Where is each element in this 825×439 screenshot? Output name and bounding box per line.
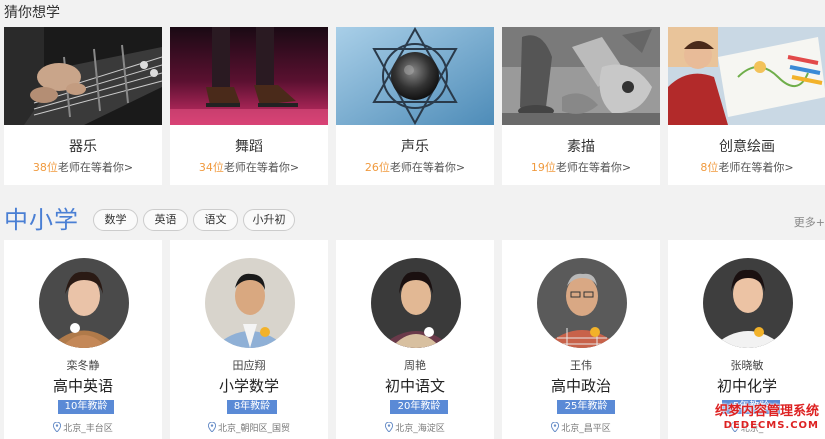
watermark: 织梦内容管理系统 DEDECMS.COM: [714, 404, 819, 431]
category-name: 创意绘画: [719, 139, 775, 155]
category-card-dance[interactable]: 舞蹈 34位老师在等着你>: [170, 27, 328, 185]
teacher-location: 北京_朝阳区_国贸: [170, 421, 328, 434]
category-name: 舞蹈: [235, 139, 263, 155]
teacher-location: 北京_昌平区: [502, 421, 660, 434]
teacher-card[interactable]: 王伟 高中政治 25年教龄 北京_昌平区: [502, 240, 660, 439]
category-card-instrument[interactable]: 器乐 38位老师在等着你>: [4, 27, 162, 185]
category-card-vocal[interactable]: 声乐 26位老师在等着你>: [336, 27, 494, 185]
guess-section-title: 猜你想学: [4, 5, 60, 21]
teacher-subject: 高中英语: [52, 377, 113, 395]
teacher-name: 王伟: [570, 359, 592, 372]
teacher-avatar: [39, 258, 129, 348]
category-teacher-count[interactable]: 38位老师在等着你>: [4, 159, 162, 175]
teaching-years-badge: 10年教龄: [58, 400, 114, 414]
k12-section-title: 中小学: [4, 206, 79, 234]
teaching-years-badge: 8年教龄: [227, 400, 277, 414]
teacher-name: 栾冬静: [66, 359, 100, 372]
teacher-card[interactable]: 周艳 初中语文 20年教龄 北京_海淀区: [336, 240, 494, 439]
teacher-avatar: [371, 258, 461, 348]
teacher-name: 田应翔: [232, 359, 266, 372]
category-teacher-count[interactable]: 19位老师在等着你>: [502, 159, 660, 175]
category-name: 声乐: [401, 139, 429, 155]
microphone-image: [336, 27, 494, 125]
teacher-row: 栾冬静 高中英语 10年教龄 北京_丰台区 田应翔 小学数学 8年教龄 北京_朝…: [4, 240, 825, 439]
teacher-name: 张晓敏: [730, 359, 764, 372]
category-row: 器乐 38位老师在等着你> 舞蹈 34位老师在等着你> 声乐 26位老师在等着你…: [4, 27, 825, 185]
teaching-years-badge: 20年教龄: [390, 400, 448, 414]
category-name: 器乐: [69, 139, 97, 155]
category-teacher-count[interactable]: 26位老师在等着你>: [336, 159, 494, 175]
location-pin-icon: [53, 422, 62, 432]
tap-dance-image: [170, 27, 328, 125]
teacher-subject: 初中语文: [384, 377, 445, 395]
teacher-location: 北京_丰台区: [4, 421, 162, 434]
teacher-card[interactable]: 田应翔 小学数学 8年教龄 北京_朝阳区_国贸: [170, 240, 328, 439]
teacher-subject: 初中化学: [716, 377, 777, 395]
tag-english[interactable]: 英语: [143, 209, 188, 231]
teacher-avatar: [703, 258, 793, 348]
tag-chinese[interactable]: 语文: [193, 209, 238, 231]
tag-primary-to-middle[interactable]: 小升初: [243, 209, 295, 231]
category-card-sketch[interactable]: 素描 19位老师在等着你>: [502, 27, 660, 185]
category-card-creative-painting[interactable]: 创意绘画 8位老师在等着你>: [668, 27, 825, 185]
location-pin-icon: [385, 422, 394, 432]
teacher-name: 周艳: [404, 359, 426, 372]
teacher-subject: 小学数学: [218, 377, 279, 395]
child-drawing-image: [668, 27, 825, 125]
teacher-avatar: [537, 258, 627, 348]
more-link[interactable]: 更多+: [794, 214, 825, 230]
tag-math[interactable]: 数学: [93, 209, 138, 231]
sketch-still-life-image: [502, 27, 660, 125]
category-name: 素描: [567, 139, 595, 155]
teacher-location: 北京_海淀区: [336, 421, 494, 434]
category-teacher-count[interactable]: 34位老师在等着你>: [170, 159, 328, 175]
teacher-subject: 高中政治: [550, 377, 611, 395]
guitar-image: [4, 27, 162, 125]
teacher-avatar: [205, 258, 295, 348]
teaching-years-badge: 25年教龄: [557, 400, 615, 414]
category-teacher-count[interactable]: 8位老师在等着你>: [668, 159, 825, 175]
teacher-card[interactable]: 栾冬静 高中英语 10年教龄 北京_丰台区: [4, 240, 162, 439]
location-pin-icon: [207, 422, 216, 432]
location-pin-icon: [551, 422, 560, 432]
